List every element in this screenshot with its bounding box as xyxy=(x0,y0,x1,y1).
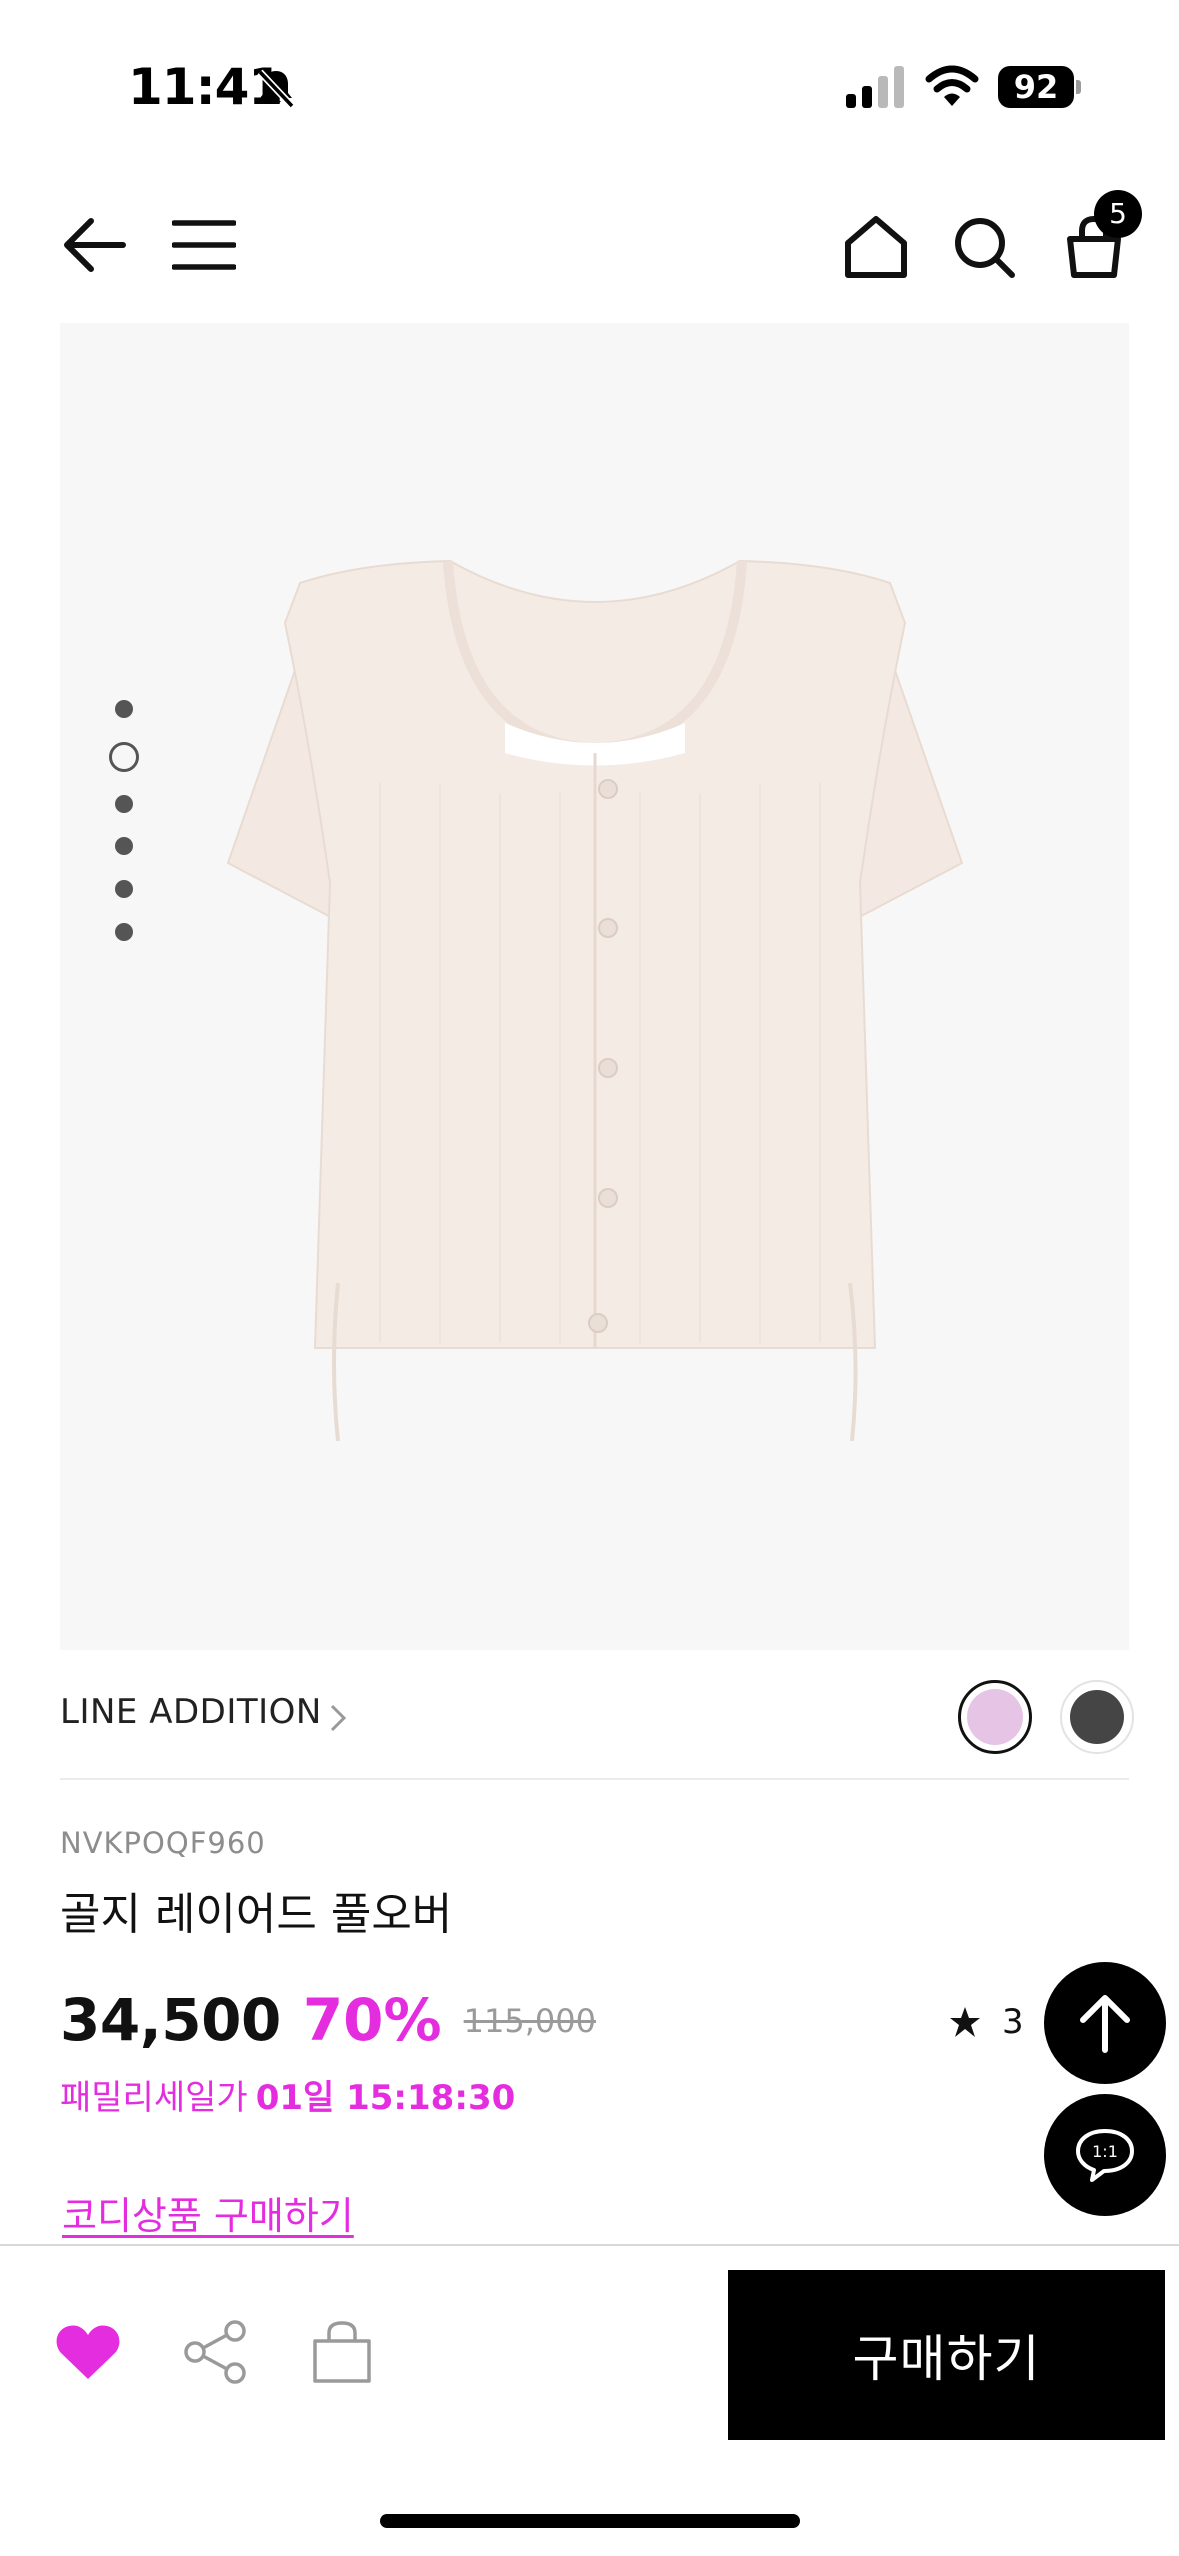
battery-level: 92 xyxy=(998,66,1074,108)
product-title: 골지 레이어드 풀오버 xyxy=(60,1889,453,1940)
carousel-dot[interactable] xyxy=(115,700,133,718)
star-icon xyxy=(950,2007,980,2037)
product-image[interactable] xyxy=(60,323,1129,1650)
menu-button[interactable] xyxy=(164,205,244,285)
search-icon xyxy=(955,218,1015,278)
color-swatch-dark[interactable] xyxy=(1060,1680,1134,1754)
product-photo-cardigan xyxy=(226,559,964,1442)
sale-price: 34,500 xyxy=(60,1986,281,2054)
search-button[interactable] xyxy=(944,207,1024,287)
sale-countdown: 01일 15:18:30 xyxy=(255,2078,516,2118)
header-nav xyxy=(0,190,1179,300)
home-indicator xyxy=(380,2514,800,2528)
rating-value: 3 xyxy=(1002,2002,1024,2042)
original-price: 115,000 xyxy=(463,2002,596,2040)
bell-slash-icon xyxy=(257,69,295,109)
menu-icon xyxy=(172,220,236,270)
scroll-top-button[interactable] xyxy=(1044,1962,1166,2084)
product-code: NVKPOQF960 xyxy=(60,1826,266,1860)
heart-icon xyxy=(56,2325,120,2379)
price-row: 34,500 70% 115,000 xyxy=(60,1986,596,2056)
swatch-fill xyxy=(967,1689,1023,1745)
chevron-right-icon xyxy=(330,1704,347,1732)
cart-count-badge: 5 xyxy=(1094,190,1142,238)
shopping-bag-icon xyxy=(313,2321,371,2383)
wifi-icon xyxy=(925,65,979,106)
arrow-up-icon xyxy=(1080,1995,1130,2053)
swatch-fill xyxy=(1070,1690,1124,1744)
sale-label: 패밀리세일가 xyxy=(60,2078,248,2118)
carousel-dot[interactable] xyxy=(115,923,133,941)
buy-button[interactable]: 구매하기 xyxy=(728,2270,1165,2440)
home-button[interactable] xyxy=(836,207,916,287)
wishlist-button[interactable] xyxy=(52,2316,124,2388)
carousel-dot-active[interactable] xyxy=(109,742,139,772)
rating[interactable]: 3 xyxy=(948,2002,1024,2042)
chat-button[interactable]: 1:1 xyxy=(1044,2094,1166,2216)
family-sale-timer: 패밀리세일가 01일 15:18:30 xyxy=(60,2070,515,2119)
back-arrow-icon xyxy=(64,218,126,272)
share-button[interactable] xyxy=(180,2316,252,2388)
share-icon xyxy=(184,2320,246,2384)
color-swatch-pink[interactable] xyxy=(958,1680,1032,1754)
carousel-dot[interactable] xyxy=(115,837,133,855)
discount-rate: 70% xyxy=(302,1986,442,2054)
brand-row: LINE ADDITION xyxy=(60,1680,1134,1780)
home-icon xyxy=(845,216,907,278)
signal-icon xyxy=(846,66,904,108)
codi-purchase-link[interactable]: 코디상품 구매하기 xyxy=(62,2185,354,2240)
status-bar: 11:41 92 xyxy=(0,0,1179,150)
brand-link[interactable]: LINE ADDITION xyxy=(60,1692,322,1732)
svg-text:1:1: 1:1 xyxy=(1092,2142,1118,2161)
image-carousel-dots xyxy=(108,700,140,950)
battery-indicator: 92 xyxy=(998,66,1082,108)
add-to-cart-button[interactable] xyxy=(306,2316,378,2388)
carousel-dot[interactable] xyxy=(115,880,133,898)
back-button[interactable] xyxy=(54,205,134,285)
chat-icon: 1:1 xyxy=(1076,2129,1134,2182)
carousel-dot[interactable] xyxy=(115,795,133,813)
battery-tip xyxy=(1076,80,1081,94)
